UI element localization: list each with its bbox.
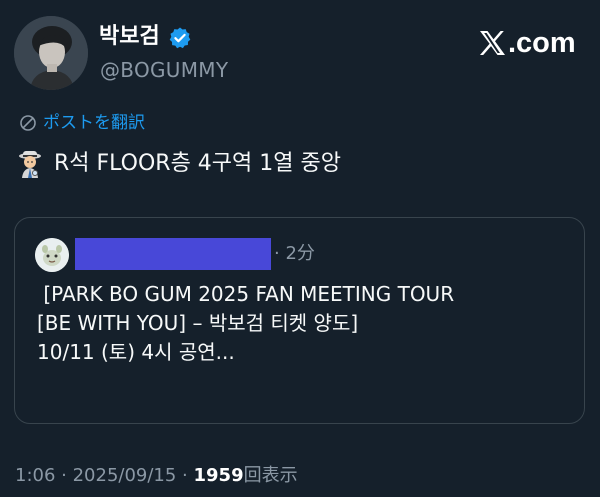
quoted-line: [PARK BO GUM 2025 FAN MEETING TOUR <box>37 282 455 306</box>
translate-post-link[interactable]: ポストを翻訳 <box>19 110 145 136</box>
display-name[interactable]: 박보검 <box>99 22 160 52</box>
brand-domain: .com <box>508 27 576 59</box>
post-text: R석 FLOOR층 4구역 1열 중앙 <box>18 146 341 182</box>
redacted-author-name <box>75 238 271 270</box>
x-brand: .com <box>478 26 576 60</box>
detective-emoji-icon <box>19 151 41 178</box>
handle[interactable]: @BOGUMMY <box>100 56 228 84</box>
quoted-post-text: [PARK BO GUM 2025 FAN MEETING TOUR [BE W… <box>37 280 577 367</box>
x-logo-icon <box>480 31 505 55</box>
views-label: 回表示 <box>243 465 298 486</box>
quoted-avatar-image <box>35 238 69 272</box>
post-meta: 1:06 · 2025/09/15 · 1959回表示 <box>15 462 298 490</box>
translate-label: ポストを翻訳 <box>43 113 145 133</box>
avatar-photo <box>14 16 88 90</box>
quoted-line: 10/11 (토) 4시 공연... <box>37 340 235 364</box>
post-timestamp[interactable]: 1:06 · 2025/09/15 · <box>15 465 194 486</box>
quoted-line: [BE WITH YOU] – 박보검 티켓 양도] <box>37 311 359 335</box>
translate-globe-icon <box>20 115 36 131</box>
views-count: 1959 <box>193 465 244 486</box>
quoted-post-card[interactable]: · 2分 [PARK BO GUM 2025 FAN MEETING TOUR … <box>14 217 585 424</box>
verified-badge-icon <box>169 27 191 49</box>
avatar[interactable] <box>14 16 88 90</box>
quoted-post-time[interactable]: · 2分 <box>274 240 315 268</box>
post-body-text: R석 FLOOR층 4구역 1열 중앙 <box>54 151 341 176</box>
quoted-avatar[interactable] <box>35 238 69 272</box>
